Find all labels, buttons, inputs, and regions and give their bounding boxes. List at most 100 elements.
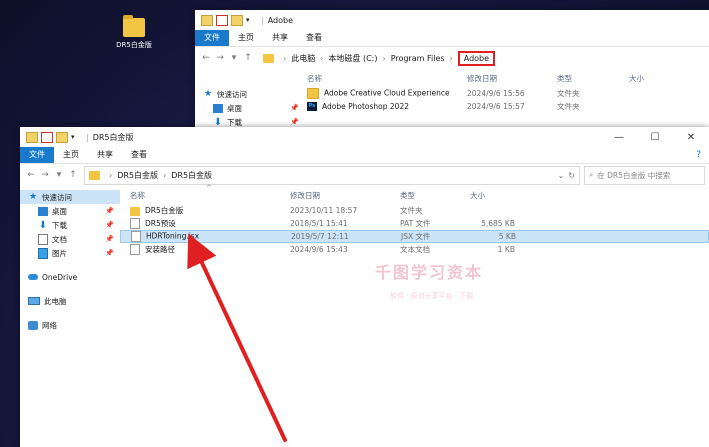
file-type: 文本文档 (400, 245, 430, 254)
tab-home[interactable]: 主页 (54, 147, 88, 163)
desktop-folder-icon[interactable]: DR5白金版 (113, 15, 155, 50)
up-arrow-icon[interactable]: ↑ (66, 170, 80, 180)
file-type: 文件夹 (557, 89, 580, 98)
pin-icon: 📌 (290, 104, 299, 112)
file-row-photoshop[interactable]: Ps Adobe Photoshop 2022 2024/9/6 15:57 文件… (305, 100, 709, 113)
tab-home[interactable]: 主页 (229, 30, 263, 46)
recent-dropdown-icon[interactable]: ▾ (227, 53, 241, 63)
watermark-subtitle: 软件 · 原创分享平台 · 下载 (390, 292, 474, 300)
document-icon (38, 233, 48, 245)
column-type[interactable]: 类型 (400, 190, 470, 201)
pin-icon: 📌 (105, 207, 114, 215)
file-size: 1 KB (497, 245, 515, 254)
file-type: 文件夹 (400, 206, 423, 215)
ribbon: 文件 主页 共享 查看 ? (20, 147, 709, 164)
column-name[interactable]: 名称 (120, 190, 290, 201)
file-icon (130, 218, 140, 230)
file-row[interactable]: DR5白金版 2023/10/11 18:57 文件夹 (120, 204, 709, 217)
nav-desktop[interactable]: 桌面 📌 (195, 101, 305, 115)
file-type: JSX 文件 (401, 232, 431, 241)
recent-dropdown-icon[interactable]: ▾ (52, 170, 66, 180)
tab-file[interactable]: 文件 (20, 147, 54, 163)
nav-quick-access[interactable]: ★ 快速访问 (20, 190, 120, 204)
nav-label: OneDrive (42, 272, 78, 282)
minimize-icon[interactable]: — (601, 132, 637, 143)
file-name: Adobe Creative Cloud Experience (324, 88, 450, 98)
explorer-window-dr5: ▾ | DR5白金版 — ☐ ✕ 文件 主页 共享 查看 ? ← → ▾ ↑ ›… (20, 127, 709, 447)
breadcrumb-program-files[interactable]: Program Files (391, 54, 445, 63)
properties-icon[interactable] (216, 14, 228, 26)
file-date: 2018/5/1 15:41 (290, 219, 348, 228)
file-row[interactable]: DR5预设 2018/5/1 15:41 PAT 文件 5,685 KB (120, 217, 709, 230)
column-date[interactable]: 修改日期 (467, 73, 557, 84)
breadcrumb-c-drive[interactable]: 本地磁盘 (C:) (328, 53, 377, 64)
nav-network[interactable]: 网络 (20, 318, 120, 332)
breadcrumb-dr5-inner[interactable]: DR5白金版 (171, 170, 212, 181)
close-icon[interactable]: ✕ (673, 132, 709, 143)
nav-quick-access[interactable]: ★ 快速访问 (195, 87, 305, 101)
file-row-selected[interactable]: HDRToning.jsx 2019/5/7 12:11 JSX 文件 5 KB (120, 230, 709, 243)
up-arrow-icon[interactable]: ↑ (241, 53, 255, 63)
maximize-icon[interactable]: ☐ (637, 132, 673, 143)
file-list: ^ 名称 修改日期 类型 大小 DR5白金版 2023/10/11 18:57 … (120, 184, 709, 332)
file-date: 2023/10/11 18:57 (290, 206, 358, 215)
address-bar[interactable]: › 此电脑 › 本地磁盘 (C:) › Program Files › Adob… (259, 50, 705, 67)
file-name: 安装路径 (145, 244, 175, 254)
folder-icon (89, 170, 100, 180)
new-folder-icon[interactable] (56, 131, 68, 143)
help-icon[interactable]: ? (696, 150, 701, 160)
star-icon: ★ (203, 88, 213, 99)
window-title: Adobe (267, 15, 294, 25)
back-arrow-icon[interactable]: ← (24, 170, 38, 180)
file-row-acc[interactable]: Adobe Creative Cloud Experience 2024/9/6… (305, 87, 709, 100)
nav-pictures[interactable]: 图片 📌 (20, 246, 120, 260)
tab-share[interactable]: 共享 (263, 30, 297, 46)
tab-view[interactable]: 查看 (122, 147, 156, 163)
breadcrumb-this-pc[interactable]: 此电脑 (291, 53, 315, 64)
quick-access-dropdown-icon[interactable]: ▾ (71, 133, 79, 142)
nav-onedrive[interactable]: OneDrive (20, 270, 120, 284)
column-date[interactable]: 修改日期 (290, 190, 400, 201)
nav-this-pc[interactable]: 此电脑 (20, 294, 120, 308)
nav-desktop[interactable]: 桌面 📌 (20, 204, 120, 218)
column-header: ^ 名称 修改日期 类型 大小 (120, 184, 709, 204)
address-bar[interactable]: › DR5白金版 › DR5白金版 ⌄ ↻ (84, 165, 580, 185)
nav-documents[interactable]: 文档 📌 (20, 232, 120, 246)
back-arrow-icon[interactable]: ← (199, 53, 213, 63)
tab-view[interactable]: 查看 (297, 30, 331, 46)
nav-downloads[interactable]: ⬇ 下载 📌 (20, 218, 120, 232)
folder-icon (26, 131, 38, 143)
column-size[interactable]: 大小 (470, 190, 515, 201)
properties-icon[interactable] (41, 131, 53, 143)
column-size[interactable]: 大小 (629, 73, 669, 84)
file-type: PAT 文件 (400, 219, 431, 228)
search-input[interactable]: ⌕ 在 DR5白金版 中搜索 (584, 165, 705, 185)
column-name[interactable]: 名称 (305, 73, 467, 84)
breadcrumb-adobe[interactable]: Adobe (457, 50, 496, 66)
computer-icon (28, 297, 40, 305)
forward-arrow-icon[interactable]: → (213, 53, 227, 63)
column-header: 名称 修改日期 类型 大小 (305, 69, 709, 87)
quick-access-dropdown-icon[interactable]: ▾ (246, 16, 254, 25)
ribbon: 文件 主页 共享 查看 (195, 30, 709, 47)
navigation-pane: ★ 快速访问 桌面 📌 ⬇ 下载 📌 文档 📌 图片 📌 OneDrive 此电… (20, 186, 120, 332)
breadcrumb-dr5[interactable]: DR5白金版 (117, 170, 158, 181)
file-name: HDRToning.jsx (146, 231, 200, 241)
star-icon: ★ (28, 191, 38, 202)
file-date: 2024/9/6 15:43 (290, 245, 348, 254)
file-date: 2024/9/6 15:57 (467, 102, 525, 111)
file-row[interactable]: 安装路径 2024/9/6 15:43 文本文档 1 KB (120, 243, 709, 256)
tab-file[interactable]: 文件 (195, 30, 229, 46)
forward-arrow-icon[interactable]: → (38, 170, 52, 180)
file-icon (131, 231, 141, 242)
desktop-icon (38, 206, 48, 216)
title-bar: ▾ | Adobe (195, 10, 709, 30)
new-folder-icon[interactable] (231, 14, 243, 26)
tab-share[interactable]: 共享 (88, 147, 122, 163)
address-dropdown-icon[interactable]: ⌄ (558, 171, 565, 180)
file-date: 2024/9/6 15:56 (467, 89, 525, 98)
refresh-icon[interactable]: ↻ (568, 171, 575, 180)
nav-label: 快速访问 (42, 192, 72, 202)
column-type[interactable]: 类型 (557, 73, 629, 84)
desktop-icon (213, 103, 223, 113)
